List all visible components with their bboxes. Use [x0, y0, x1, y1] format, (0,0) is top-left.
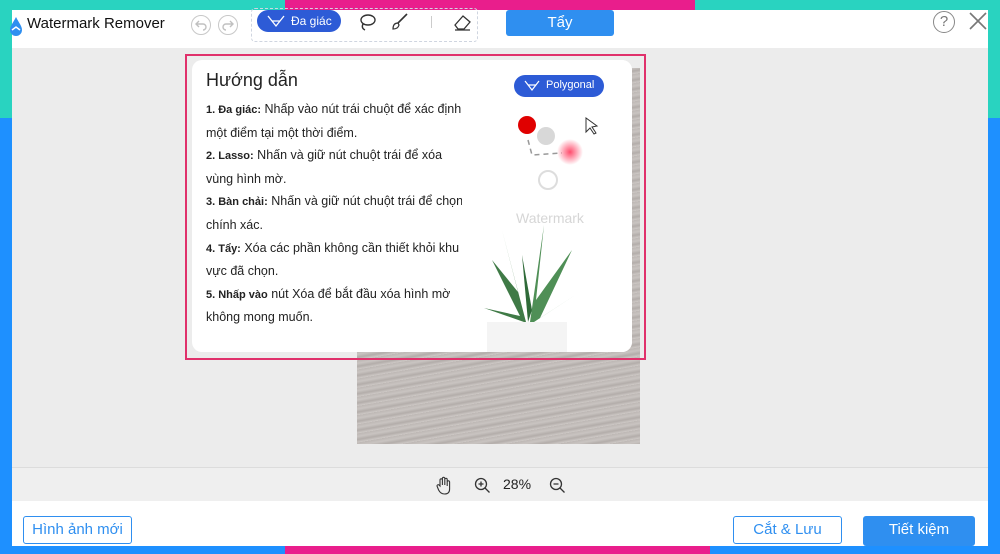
guide-popup: Hướng dẫn 1. Đa giác: Nhấp vào nút trái … [192, 60, 632, 352]
polygon-icon [267, 15, 285, 28]
title-bar: Watermark Remover Đa giác Tẩy ? [10, 8, 988, 48]
zoom-out-icon[interactable] [549, 477, 566, 494]
lasso-icon[interactable] [357, 12, 377, 32]
guide-step-label: 5. Nhấp vào [206, 288, 268, 301]
help-button[interactable]: ? [933, 11, 955, 33]
app-logo-icon [10, 17, 22, 36]
polygon-icon [524, 80, 540, 91]
guide-step-label: 2. Lasso: [206, 150, 254, 163]
undo-icon [195, 20, 207, 31]
zoom-level: 28% [503, 476, 532, 492]
app-window: Watermark Remover Đa giác Tẩy ? Hướng dẫ… [10, 8, 988, 546]
frame-top-left [0, 0, 285, 10]
polygon-tool-label: Đa giác [291, 14, 332, 28]
tool-separator [431, 16, 432, 28]
guide-step: 4. Tẩy: Xóa các phần không cần thiết khỏ… [206, 237, 472, 283]
guide-step-label: 3. Bàn chải: [206, 196, 268, 209]
hand-icon[interactable] [435, 476, 453, 496]
redo-button[interactable] [218, 15, 238, 35]
guide-step-label: 4. Tẩy: [206, 242, 241, 255]
frame-top-right [695, 0, 1000, 10]
new-image-button[interactable]: Hình ảnh mới [23, 516, 132, 544]
guide-polygonal-label: Polygonal [546, 79, 595, 91]
crop-and-save-button[interactable]: Cắt & Lưu [733, 516, 842, 544]
zoom-in-icon[interactable] [474, 477, 491, 494]
save-button[interactable]: Tiết kiệm [863, 516, 975, 546]
guide-title: Hướng dẫn [206, 70, 298, 90]
app-title: Watermark Remover [27, 15, 165, 32]
polygon-tool-button[interactable]: Đa giác [257, 10, 341, 32]
guide-polygonal-pill: Polygonal [514, 75, 604, 97]
frame-right-accent [988, 0, 1000, 118]
guide-step: 3. Bàn chải: Nhấn và giữ nút chuột trái … [206, 190, 472, 236]
guide-step: 5. Nhấp vào nút Xóa để bắt đầu xóa hình … [206, 283, 472, 329]
undo-button[interactable] [191, 15, 211, 35]
brush-icon[interactable] [390, 12, 410, 32]
erase-button[interactable]: Tẩy [506, 10, 614, 36]
zoom-bar: 28% [12, 467, 988, 501]
guide-illustration [462, 60, 632, 352]
guide-steps: 1. Đa giác: Nhấp vào nút trái chuột để x… [206, 98, 472, 329]
close-icon[interactable] [968, 11, 988, 31]
guide-watermark-text: Watermark [516, 210, 584, 226]
footer-bar: Hình ảnh mới Cắt & Lưu Tiết kiệm [12, 501, 988, 546]
image-canvas[interactable]: Hướng dẫn 1. Đa giác: Nhấp vào nút trái … [12, 48, 988, 467]
redo-icon [222, 20, 234, 31]
guide-step: 1. Đa giác: Nhấp vào nút trái chuột để x… [206, 98, 472, 144]
guide-step-text: Xóa các phần không cần thiết khỏi khu vự… [206, 240, 460, 279]
guide-step: 2. Lasso: Nhấn và giữ nút chuột trái để … [206, 144, 472, 190]
guide-step-label: 1. Đa giác: [206, 104, 262, 116]
eraser-icon[interactable] [452, 12, 472, 32]
